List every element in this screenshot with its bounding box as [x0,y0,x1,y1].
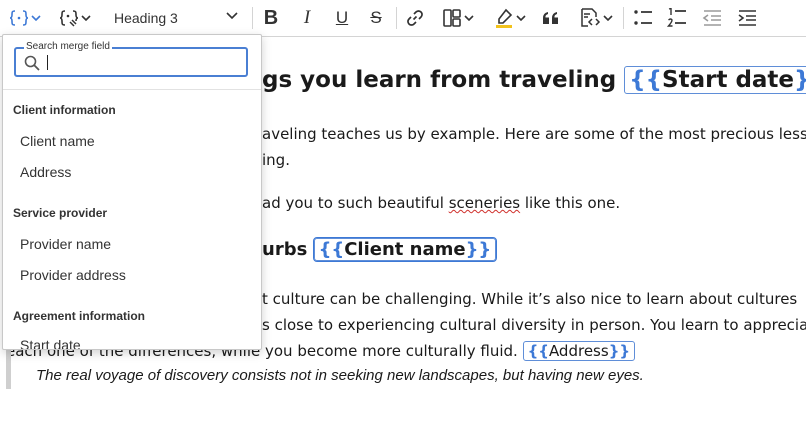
merge-field-option-address[interactable]: Address [20,164,71,180]
toolbar-separator [252,7,253,29]
merge-field-open-brace: {{ [318,239,345,260]
subheading-text: urbs [262,239,308,260]
merge-field-option-provider-address[interactable]: Provider address [20,267,126,283]
italic-icon: I [303,7,311,28]
subheading: urbs {{Client name}} [262,237,498,262]
merge-field-close-brace: }} [794,67,806,93]
group-title-client-information: Client information [13,103,116,117]
blockquote-bar [6,345,11,389]
underline-icon: U [335,8,349,27]
table-icon [443,9,461,27]
indent-button[interactable] [735,4,759,32]
search-merge-field-label: Search merge field [24,41,112,52]
chevron-down-icon [603,15,613,21]
bulleted-list-button[interactable] [631,4,655,32]
bulleted-list-icon [634,10,652,25]
misspelled-word[interactable]: sceneries [449,194,520,212]
outdent-icon [702,10,721,26]
merge-field-option-provider-name[interactable]: Provider name [20,236,111,252]
strikethrough-icon: S [370,8,382,27]
group-title-service-provider: Service provider [13,206,108,220]
paragraph-2: ad you to such beautiful sceneries like … [262,194,620,212]
merge-field-close-brace: }} [465,239,492,260]
merge-field-address[interactable]: {{Address}} [522,341,636,361]
source-editing-button[interactable] [574,4,618,32]
heading-dropdown-value: Heading 3 [114,10,178,26]
blockquote-button[interactable] [540,4,562,32]
chevron-down-icon [31,15,41,21]
merge-field-option-start-date[interactable]: Start date [20,337,81,349]
insert-table-button[interactable] [437,4,479,32]
panel-divider [3,89,261,90]
merge-field-open-brace: {{ [629,67,663,93]
strikethrough-button[interactable]: S [365,4,387,32]
numbered-list-button[interactable] [665,4,689,32]
italic-button[interactable]: I [296,4,318,32]
blockquote-text: The real voyage of discovery consists no… [36,367,644,384]
highlight-button[interactable] [489,4,531,32]
merge-field-label: Address [548,342,609,360]
merge-field-icon [9,10,29,26]
paragraph-2-after: like this one. [520,194,621,212]
search-icon [24,55,40,71]
chevron-down-icon [226,12,238,20]
source-editing-icon [581,8,601,27]
numbered-list-icon [667,8,686,27]
bold-button[interactable]: B [260,4,282,32]
merge-field-open-brace: {{ [527,342,549,360]
merge-field-close-brace: }} [608,342,631,360]
paragraph-3-line-2: s close to experiencing cultural diversi… [262,316,806,334]
toolbar-separator [396,7,397,29]
chevron-down-icon [516,15,526,21]
paragraph-1-line-2: ing. [262,151,290,169]
toolbar-separator [623,7,624,29]
merge-field-tools-button[interactable] [54,4,96,32]
merge-field-tools-icon [59,10,79,27]
indent-icon [738,10,756,26]
merge-field-label: Client name [344,239,466,260]
outdent-button[interactable] [700,4,724,32]
paragraph-3-line-1: t culture can be challenging. While it’s… [262,290,798,308]
merge-field-dropdown-panel: Search merge field Client information Cl… [2,34,262,350]
group-title-agreement-information: Agreement information [13,309,146,323]
chevron-down-icon [464,15,474,21]
search-merge-field-box[interactable]: Search merge field [14,41,248,77]
merge-field-start-date[interactable]: {{Start date}} [624,66,806,94]
document-title: gs you learn from traveling {{Start date… [262,66,806,94]
paragraph-1-line-1: aveling teaches us by example. Here are … [262,125,806,143]
merge-field-button[interactable] [4,4,46,32]
merge-field-label: Start date [662,67,795,93]
chevron-down-icon [81,15,91,21]
editor-toolbar: Heading 3 B I U S [0,0,806,37]
merge-field-option-client-name[interactable]: Client name [20,133,95,149]
link-icon [407,10,423,26]
underline-button[interactable]: U [331,4,353,32]
highlight-icon [496,8,513,28]
blockquote-icon [543,12,558,24]
search-merge-field-input[interactable] [46,53,240,73]
merge-field-client-name[interactable]: {{Client name}} [312,237,498,262]
heading-dropdown[interactable]: Heading 3 [106,4,246,32]
bold-icon: B [263,6,279,29]
document-title-text: gs you learn from traveling [262,67,617,93]
text-cursor [47,55,48,70]
paragraph-2-before: ad you to such beautiful [262,194,449,212]
link-button[interactable] [403,4,427,32]
